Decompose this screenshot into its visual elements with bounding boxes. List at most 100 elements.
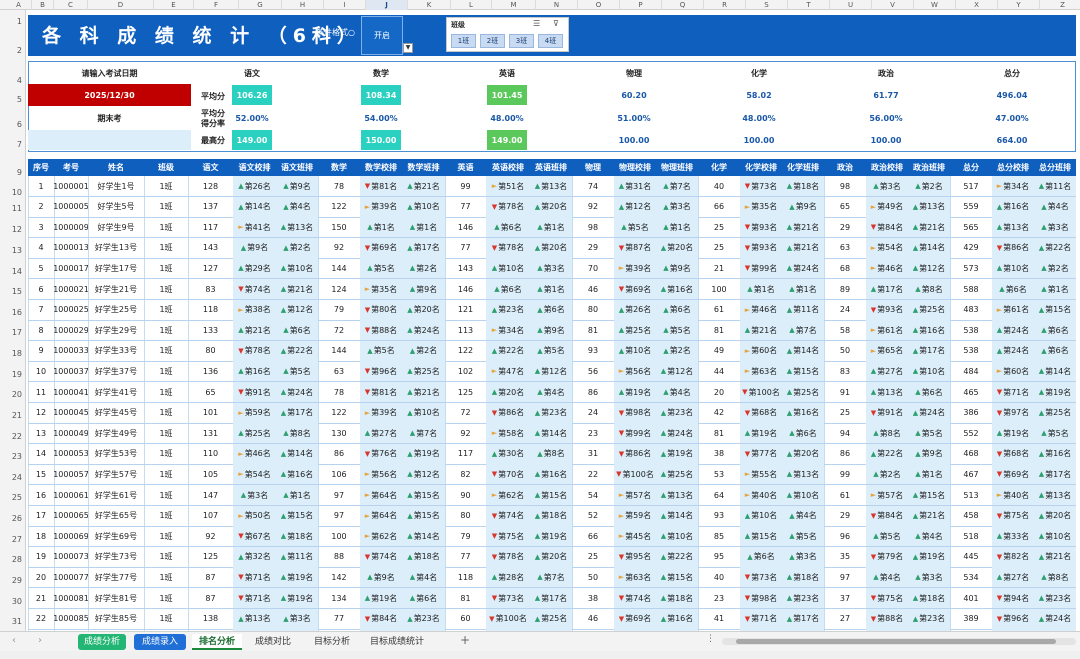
column-header-9[interactable]: 数学班排	[402, 159, 445, 176]
rank-cell[interactable]: ► 第59名	[614, 505, 656, 526]
column-header-p[interactable]: P	[620, 0, 662, 10]
rank-cell[interactable]: ▼ 第74名	[614, 588, 656, 608]
rank-cell[interactable]: ▲第8名	[1034, 567, 1076, 588]
rank-cell[interactable]: ▲ 第17名	[908, 340, 950, 361]
table-cell[interactable]: 1班	[144, 588, 188, 608]
table-cell[interactable]: 54	[572, 485, 614, 505]
rank-cell[interactable]: ▲ 第5名	[530, 340, 572, 361]
table-cell[interactable]: 565	[950, 217, 992, 237]
rank-cell[interactable]: ▲ 第19名	[656, 443, 698, 464]
rank-cell[interactable]: ▲ 第18名	[402, 546, 445, 567]
table-cell[interactable]: 83	[824, 361, 866, 381]
rank-cell[interactable]: ▲第13名	[656, 485, 698, 505]
rank-cell[interactable]: ▲ 第24名	[992, 340, 1034, 361]
column-header-21[interactable]: 政治班排	[908, 159, 950, 176]
table-cell[interactable]: 1000021	[54, 279, 88, 299]
rank-cell[interactable]: ▼ 第73名	[740, 567, 782, 588]
table-cell[interactable]: 458	[950, 506, 992, 526]
rank-cell[interactable]: ▲ 第15名	[782, 361, 824, 382]
table-cell[interactable]: 66	[572, 526, 614, 546]
table-cell[interactable]: 24	[572, 403, 614, 423]
rank-cell[interactable]: ▼第94名	[992, 588, 1034, 608]
table-cell[interactable]: 121	[445, 300, 486, 320]
rank-cell[interactable]: ▲ 第18名	[530, 505, 572, 526]
rank-cell[interactable]: ▲第7名	[402, 423, 445, 444]
table-cell[interactable]: 24	[824, 300, 866, 320]
rank-cell[interactable]: ▼ 第75名	[866, 588, 908, 608]
rank-cell[interactable]: ▲ 第3名	[233, 485, 276, 505]
column-header-z[interactable]: Z	[1040, 0, 1080, 10]
rank-cell[interactable]: ▼ 第74名	[486, 505, 530, 526]
rank-cell[interactable]: ▲ 第14名	[276, 443, 318, 464]
table-cell[interactable]: 113	[445, 320, 486, 340]
table-cell[interactable]: 1班	[144, 361, 188, 381]
rank-cell[interactable]: ▲ 第22名	[866, 443, 908, 464]
rank-cell[interactable]: ▲ 第15名	[908, 485, 950, 505]
rank-cell[interactable]: ▲ 第28名	[486, 567, 530, 588]
rank-cell[interactable]: ▼ 第100名	[740, 382, 782, 402]
rank-cell[interactable]: ▲ 第3名	[1034, 217, 1076, 238]
rank-cell[interactable]: ▲ 第25名	[530, 608, 572, 629]
rank-cell[interactable]: ▲ 第18名	[782, 176, 824, 196]
table-cell[interactable]: 31	[572, 444, 614, 464]
rank-cell[interactable]: ▲ 第2名	[656, 340, 698, 361]
table-cell[interactable]: 96	[824, 526, 866, 546]
table-cell[interactable]: 133	[188, 320, 233, 340]
rank-cell[interactable]: ▼ 第69名	[614, 279, 656, 299]
rank-cell[interactable]: ▲ 第18名	[276, 526, 318, 547]
scrollbar-thumb[interactable]	[736, 639, 1056, 644]
table-cell[interactable]: 1000053	[54, 444, 88, 464]
rank-cell[interactable]: ▲ 第3名	[782, 546, 824, 567]
rank-cell[interactable]: ▼ 第86名	[486, 402, 530, 423]
rank-cell[interactable]: ▼ 第81名	[360, 176, 402, 196]
rank-cell[interactable]: ▲ 第22名	[656, 546, 698, 567]
rank-cell[interactable]: ▼ 第100名	[614, 464, 656, 485]
table-cell[interactable]: 好学生21号	[88, 279, 144, 299]
multi-select-icon[interactable]: ☰	[533, 19, 540, 28]
table-cell[interactable]: 1000033	[54, 341, 88, 361]
row-number[interactable]: 20	[0, 390, 26, 399]
rank-cell[interactable]: ▼ 第80名	[360, 299, 402, 320]
rank-cell[interactable]: ▲第7名	[656, 176, 698, 196]
rank-cell[interactable]: ▲第12名	[614, 196, 656, 217]
table-cell[interactable]: 137	[188, 197, 233, 217]
table-cell[interactable]: 29	[824, 506, 866, 526]
table-cell[interactable]: 1000057	[54, 464, 88, 484]
rank-cell[interactable]: ► 第38名	[233, 299, 276, 320]
table-cell[interactable]: 1班	[144, 238, 188, 258]
rank-cell[interactable]: ▼ 第86名	[614, 443, 656, 464]
rank-cell[interactable]: ▲ 第19名	[276, 567, 318, 588]
table-cell[interactable]: 好学生45号	[88, 403, 144, 423]
table-cell[interactable]: 1000065	[54, 506, 88, 526]
rank-cell[interactable]: ▲第11名	[276, 546, 318, 567]
table-cell[interactable]: 11	[28, 382, 54, 402]
table-cell[interactable]: 468	[950, 444, 992, 464]
table-cell[interactable]: 150	[318, 217, 360, 237]
rank-cell[interactable]: ▲ 第16名	[656, 608, 698, 629]
rank-cell[interactable]: ▲第11名	[1034, 176, 1076, 196]
table-cell[interactable]: 97	[318, 506, 360, 526]
rank-cell[interactable]: ► 第46名	[866, 258, 908, 279]
rank-cell[interactable]: ▲ 第19名	[360, 588, 402, 608]
rank-cell[interactable]: ▲第11名	[782, 299, 824, 320]
rank-cell[interactable]: ▲ 第26名	[233, 176, 276, 196]
table-cell[interactable]: 98	[824, 176, 866, 196]
column-header-20[interactable]: 政治校排	[866, 159, 908, 176]
column-header-o[interactable]: O	[578, 0, 620, 10]
table-cell[interactable]: 40	[698, 567, 740, 587]
rank-cell[interactable]: ▲ 第18名	[908, 588, 950, 608]
table-cell[interactable]: 1班	[144, 258, 188, 278]
table-cell[interactable]: 1班	[144, 485, 188, 505]
rank-cell[interactable]: ▲ 第19名	[402, 443, 445, 464]
rank-cell[interactable]: ▲第21名	[402, 176, 445, 196]
table-cell[interactable]: 98	[572, 217, 614, 237]
rank-cell[interactable]: ▲ 第2名	[866, 464, 908, 485]
rank-cell[interactable]: ▲ 第15名	[656, 567, 698, 588]
row-number[interactable]: 23	[0, 452, 26, 461]
rank-cell[interactable]: ▼ 第74名	[360, 546, 402, 567]
column-header-e[interactable]: E	[154, 0, 194, 10]
rank-cell[interactable]: ▲ 第19名	[530, 526, 572, 547]
rank-cell[interactable]: ▼ 第95名	[614, 546, 656, 567]
table-cell[interactable]: 好学生17号	[88, 258, 144, 278]
table-cell[interactable]: 85	[698, 526, 740, 546]
